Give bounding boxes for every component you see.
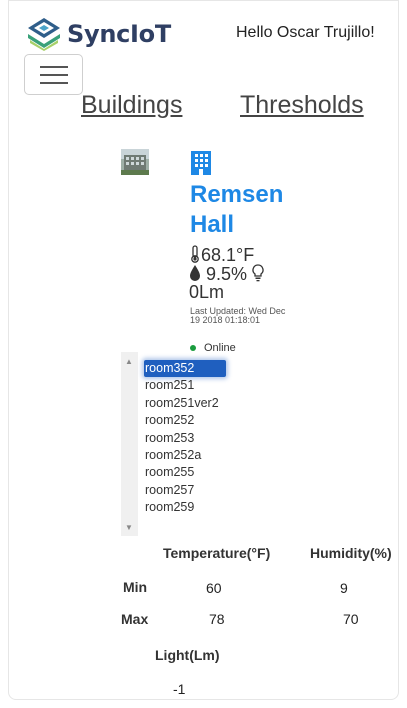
room-option[interactable]: room259 [144, 499, 232, 516]
online-status-dot [190, 345, 196, 351]
humidity-drop-icon [190, 265, 200, 281]
nav-thresholds-link[interactable]: Thresholds [240, 91, 364, 120]
humidity-header: Humidity(%) [310, 545, 392, 561]
room-option[interactable]: room253 [144, 430, 232, 447]
light-header: Light(Lm) [155, 647, 220, 663]
temperature-min-value: 60 [206, 580, 222, 596]
brand-name: SyncIoT [67, 20, 171, 48]
hamburger-icon-bar [40, 74, 68, 76]
nav-buildings-link[interactable]: Buildings [81, 91, 182, 120]
room-option[interactable]: room251 [144, 377, 232, 394]
room-option[interactable]: room255 [144, 464, 232, 481]
temperature-max-value: 78 [209, 611, 225, 627]
max-label: Max [121, 611, 149, 627]
light-reading: 0Lm [189, 282, 225, 302]
room-option[interactable]: room251ver2 [144, 395, 232, 412]
menu-toggle-button[interactable] [24, 54, 83, 95]
lightbulb-icon [252, 264, 264, 282]
thermometer-icon [191, 245, 199, 263]
last-updated-text: Last Updated: Wed Dec 19 2018 01:18:01 [190, 306, 286, 325]
user-greeting: Hello Oscar Trujillo! [236, 24, 375, 41]
room-option[interactable]: room252a [144, 447, 232, 464]
room-list-scrollbar[interactable]: ▲ ▼ [121, 352, 138, 536]
temperature-header: Temperature(°F) [163, 545, 271, 561]
min-label: Min [123, 579, 148, 595]
building-name[interactable]: Remsen Hall [190, 180, 300, 240]
room-option-selected[interactable]: room352 [144, 360, 226, 378]
hamburger-icon [40, 66, 68, 68]
humidity-max-value: 70 [343, 611, 359, 627]
building-icon [191, 151, 211, 175]
humidity-reading: 9.5% [206, 264, 248, 284]
scroll-up-icon[interactable]: ▲ [125, 357, 133, 366]
temperature-reading: 68.1°F [201, 245, 255, 265]
hamburger-icon-bar [40, 82, 68, 84]
building-photo [121, 149, 149, 175]
humidity-min-value: 9 [340, 580, 348, 596]
scroll-down-icon[interactable]: ▼ [125, 523, 133, 532]
room-option[interactable]: room257 [144, 482, 232, 499]
room-option[interactable]: room252 [144, 412, 232, 429]
building-readings: 68.1°F 9.5% 0Lm [189, 245, 299, 301]
light-threshold-value: -1 [173, 681, 186, 697]
brand-logo[interactable]: SyncIoT [25, 16, 171, 52]
room-options: room352 room251 room251ver2 room252 room… [144, 360, 232, 517]
synciot-logo-icon [28, 18, 60, 51]
room-select-list[interactable]: ▲ ▼ room352 room251 room251ver2 room252 … [121, 352, 231, 536]
